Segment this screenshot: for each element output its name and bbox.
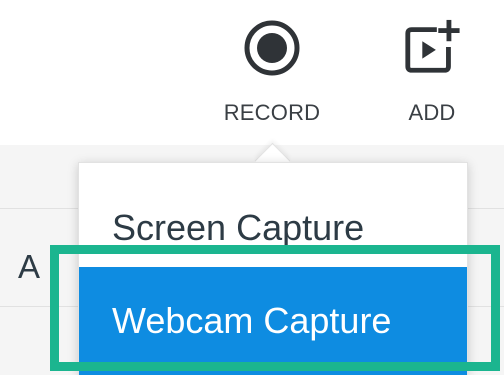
record-label: RECORD bbox=[223, 100, 321, 125]
add-label: ADD bbox=[408, 100, 456, 125]
menu-item-screen-capture[interactable]: Screen Capture bbox=[79, 193, 467, 263]
record-button[interactable]: RECORD bbox=[212, 0, 332, 140]
record-icon bbox=[242, 18, 302, 78]
row-text: A bbox=[18, 248, 41, 285]
record-menu: Screen Capture Webcam Capture bbox=[78, 162, 468, 375]
menu-item-webcam-capture[interactable]: Webcam Capture bbox=[79, 267, 467, 375]
toolbar: RECORD ADD bbox=[0, 0, 504, 145]
add-button[interactable]: ADD bbox=[376, 0, 488, 140]
add-media-icon bbox=[402, 18, 462, 78]
